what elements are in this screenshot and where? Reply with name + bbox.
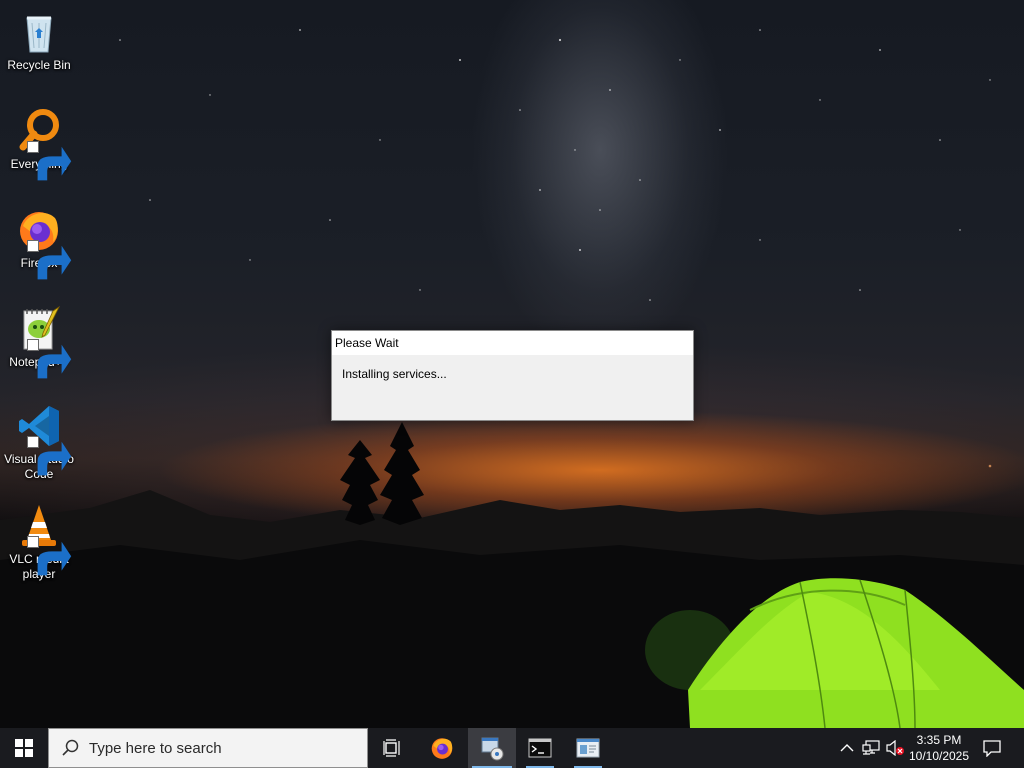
tray-network-button[interactable] xyxy=(860,728,882,768)
dialog-titlebar[interactable]: Please Wait xyxy=(332,331,693,355)
search-input[interactable] xyxy=(89,739,339,757)
taskbar-command-prompt-button[interactable] xyxy=(516,728,564,768)
desktop-icon-firefox[interactable]: Firefox xyxy=(2,206,76,280)
volume-muted-icon xyxy=(886,740,904,756)
windows-logo-icon xyxy=(15,739,33,757)
firefox-icon xyxy=(15,206,72,280)
shortcut-arrow-icon xyxy=(27,240,72,280)
taskbar-clock[interactable]: 3:35 PM 10/10/2025 xyxy=(904,728,974,768)
shortcut-arrow-icon xyxy=(27,339,72,379)
desktop-icon-vlc[interactable]: VLC media player xyxy=(2,502,76,582)
tray-overflow-button[interactable] xyxy=(838,728,856,768)
please-wait-dialog[interactable]: Please Wait Installing services... xyxy=(331,330,694,421)
clock-date: 10/10/2025 xyxy=(908,749,970,763)
dialog-message: Installing services... xyxy=(342,367,447,381)
window-app-icon xyxy=(576,738,600,758)
desktop-icon-label: Recycle Bin xyxy=(7,58,71,72)
clock-time: 3:35 PM xyxy=(916,733,962,747)
firefox-icon xyxy=(431,738,453,759)
shortcut-arrow-icon xyxy=(27,536,72,576)
shortcut-arrow-icon xyxy=(27,436,72,476)
everything-search-icon xyxy=(15,107,72,181)
desktop-icon-notepad-plus-plus[interactable]: Notepad++ xyxy=(2,305,76,379)
chevron-up-icon xyxy=(840,744,854,752)
task-view-icon xyxy=(383,739,400,757)
taskbar-firefox-button[interactable] xyxy=(418,728,466,768)
dialog-title: Please Wait xyxy=(335,336,399,350)
desktop-icon-vscode[interactable]: Visual Studio Code xyxy=(2,402,76,482)
search-icon xyxy=(62,739,79,756)
tray-volume-button[interactable] xyxy=(884,728,906,768)
task-view-button[interactable] xyxy=(368,728,416,768)
desktop-icon-everything[interactable]: Everything xyxy=(2,107,76,181)
notification-center-button[interactable] xyxy=(978,728,1006,768)
command-prompt-icon xyxy=(528,738,552,758)
notification-icon xyxy=(983,740,1001,757)
taskbar-search-box[interactable] xyxy=(48,728,368,768)
taskbar-window-app-button[interactable] xyxy=(564,728,612,768)
vlc-icon xyxy=(15,502,72,576)
shortcut-arrow-icon xyxy=(27,141,72,181)
start-button[interactable] xyxy=(0,728,48,768)
network-icon xyxy=(862,740,880,755)
vscode-icon xyxy=(15,402,72,476)
installer-icon xyxy=(481,737,504,761)
pine-trees xyxy=(340,422,424,525)
taskbar: 3:35 PM 10/10/2025 xyxy=(0,728,1024,768)
desktop-icon-recycle-bin[interactable]: Recycle Bin xyxy=(2,8,76,73)
taskbar-installer-button[interactable] xyxy=(468,728,516,768)
notepad-plus-plus-icon xyxy=(15,305,72,379)
recycle-bin-icon xyxy=(15,8,63,56)
